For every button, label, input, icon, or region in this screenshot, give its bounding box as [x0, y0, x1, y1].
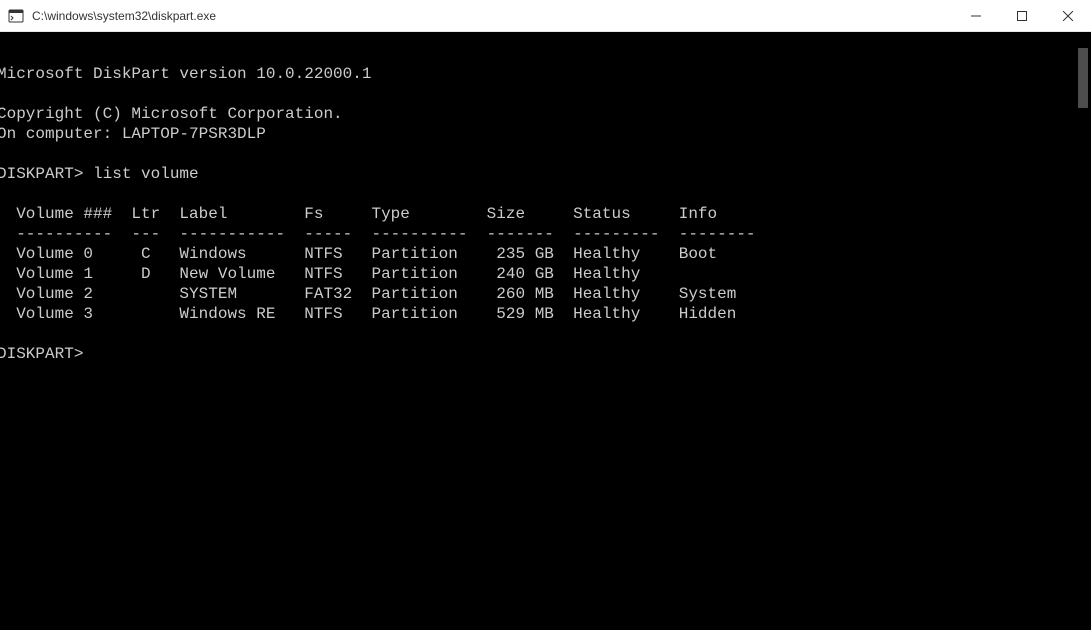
table-row: Volume 2 SYSTEM FAT32 Partition 260 MB H… — [0, 285, 736, 303]
table-row: Volume 1 D New Volume NTFS Partition 240… — [0, 265, 640, 283]
copyright-line: Copyright (C) Microsoft Corporation. — [0, 105, 343, 123]
maximize-button[interactable] — [999, 0, 1045, 31]
terminal-text: Microsoft DiskPart version 10.0.22000.1 … — [0, 64, 1088, 364]
prompt-line: DISKPART> — [0, 345, 83, 363]
terminal-output[interactable]: Microsoft DiskPart version 10.0.22000.1 … — [0, 32, 1091, 630]
terminal-app-icon — [8, 8, 24, 24]
table-row: Volume 3 Windows RE NTFS Partition 529 M… — [0, 305, 736, 323]
window-title: C:\windows\system32\diskpart.exe — [32, 9, 216, 23]
table-divider: ---------- --- ----------- ----- -------… — [0, 225, 756, 243]
close-button[interactable] — [1045, 0, 1091, 31]
scrollbar-track[interactable] — [1075, 32, 1091, 630]
table-header: Volume ### Ltr Label Fs Type Size Status… — [0, 205, 717, 223]
prompt-line: DISKPART> list volume — [0, 165, 199, 183]
vertical-scrollbar[interactable] — [1075, 32, 1091, 630]
scrollbar-thumb[interactable] — [1078, 48, 1088, 108]
minimize-button[interactable] — [953, 0, 999, 31]
titlebar-left: C:\windows\system32\diskpart.exe — [0, 8, 216, 24]
version-line: Microsoft DiskPart version 10.0.22000.1 — [0, 65, 371, 83]
table-row: Volume 0 C Windows NTFS Partition 235 GB… — [0, 245, 717, 263]
titlebar[interactable]: C:\windows\system32\diskpart.exe — [0, 0, 1091, 32]
computer-line: On computer: LAPTOP-7PSR3DLP — [0, 125, 266, 143]
window-controls — [953, 0, 1091, 31]
